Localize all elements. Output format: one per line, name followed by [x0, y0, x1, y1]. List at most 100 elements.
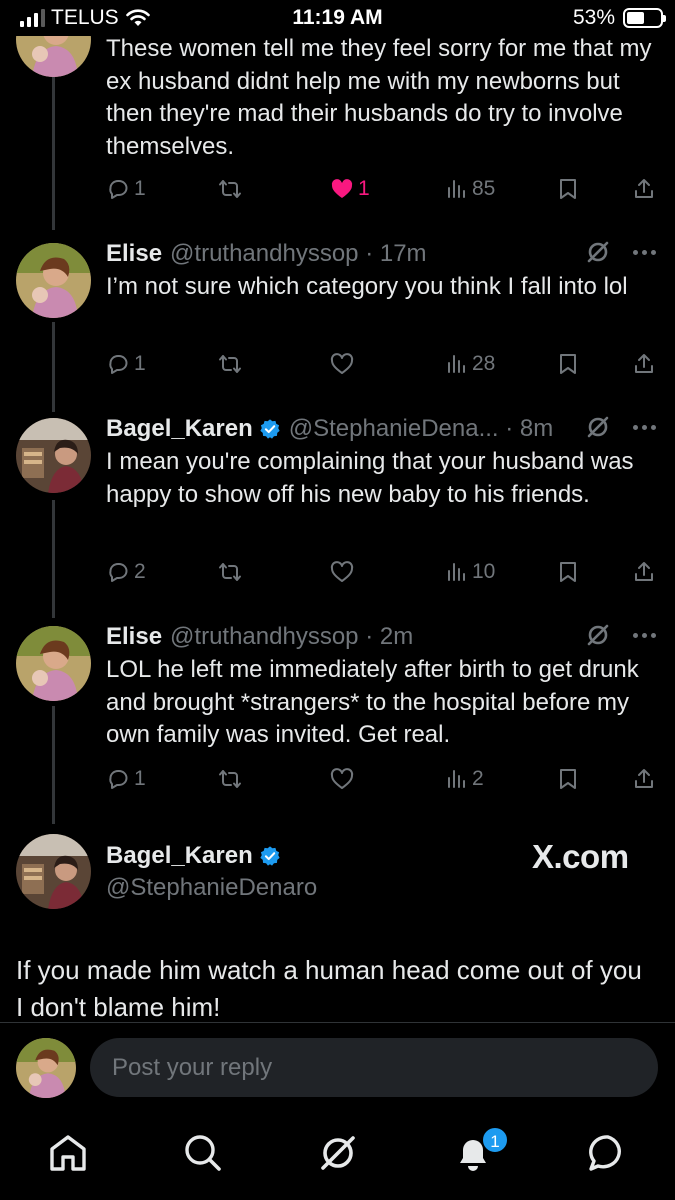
author-name[interactable]: Elise [106, 622, 162, 652]
author-handle[interactable]: @StephanieDena... · 8m [289, 414, 554, 444]
views-icon [448, 770, 465, 788]
notification-badge: 1 [481, 1126, 509, 1154]
reply-icon [109, 770, 128, 789]
thread-line [52, 706, 55, 824]
heart-icon [330, 768, 354, 789]
author-name[interactable]: Bagel_Karen [106, 414, 253, 444]
heart-icon [330, 561, 354, 582]
author-handle[interactable]: @StephanieDenaro [106, 873, 506, 903]
repost-icon [219, 180, 241, 198]
repost-button[interactable] [218, 352, 242, 376]
reply-button[interactable]: 1 [106, 352, 146, 376]
avatar[interactable] [16, 834, 91, 909]
share-button[interactable] [632, 177, 656, 201]
bookmark-icon [560, 179, 576, 199]
like-button[interactable] [330, 767, 354, 791]
tweet[interactable]: Elise @truthandhyssop · 2m LOL he left m… [106, 622, 656, 752]
share-button[interactable] [632, 767, 656, 791]
reply-icon [109, 180, 128, 199]
views-button[interactable]: 10 [444, 560, 495, 584]
avatar[interactable] [16, 243, 91, 318]
tweet[interactable]: These women tell me they feel sorry for … [106, 31, 656, 163]
reply-count: 1 [134, 352, 146, 375]
tweet[interactable]: Elise @truthandhyssop · 17m I’m not sure… [106, 239, 656, 304]
repost-icon [219, 355, 241, 373]
reply-count: 1 [134, 767, 146, 790]
view-count: 10 [472, 560, 496, 583]
share-icon [635, 562, 653, 581]
author-handle[interactable]: @truthandhyssop · 2m [170, 622, 413, 652]
reply-button[interactable]: 1 [106, 767, 146, 791]
author-handle[interactable]: @truthandhyssop · 17m [170, 239, 427, 269]
grok-icon [321, 1136, 355, 1170]
bookmark-button[interactable] [556, 352, 580, 376]
views-button[interactable]: 28 [444, 352, 495, 376]
verified-badge-icon [260, 846, 280, 866]
tab-messages[interactable] [586, 1131, 630, 1175]
views-icon [448, 355, 465, 373]
thread-line [52, 322, 55, 412]
repost-button[interactable] [218, 560, 242, 584]
tab-search[interactable] [181, 1131, 225, 1175]
tweet-header-icons [585, 239, 656, 265]
repost-icon [219, 770, 241, 788]
more-icon[interactable] [633, 249, 656, 255]
view-count: 28 [472, 352, 496, 375]
share-button[interactable] [632, 352, 656, 376]
grok-icon[interactable] [585, 622, 611, 648]
more-icon[interactable] [633, 632, 656, 638]
views-icon [448, 180, 465, 198]
tweet-header: Bagel_Karen [106, 841, 506, 871]
share-button[interactable] [632, 560, 656, 584]
author-name[interactable]: Elise [106, 239, 162, 269]
watermark: X.com [532, 838, 629, 875]
reply-button[interactable]: 1 [106, 177, 146, 201]
tweet-header: Elise @truthandhyssop · 17m [106, 239, 656, 269]
bookmark-icon [560, 354, 576, 374]
my-avatar[interactable] [16, 1038, 76, 1098]
repost-button[interactable] [218, 177, 242, 201]
status-right: 53% [573, 6, 666, 30]
author-name[interactable]: Bagel_Karen [106, 841, 253, 871]
verified-badge-icon [260, 419, 280, 439]
views-button[interactable]: 85 [444, 177, 495, 201]
like-button[interactable] [330, 352, 354, 376]
chat-bubble-icon [589, 1135, 621, 1171]
avatar[interactable] [16, 418, 91, 493]
like-button[interactable]: 1 [330, 177, 370, 201]
avatar[interactable] [16, 626, 91, 701]
bookmark-button[interactable] [556, 560, 580, 584]
repost-icon [219, 563, 241, 581]
reply-count: 1 [134, 177, 146, 200]
tab-home[interactable] [46, 1131, 90, 1175]
bookmark-button[interactable] [556, 177, 580, 201]
view-count: 85 [472, 177, 496, 200]
reply-input[interactable]: Post your reply [90, 1038, 658, 1097]
bottom-tab-bar [0, 1125, 675, 1185]
heart-icon [330, 353, 354, 374]
bookmark-icon [560, 562, 576, 582]
tweet-actions: 2 10 [106, 557, 656, 587]
tweet-text: I mean you're complaining that your husb… [106, 448, 634, 508]
search-icon [185, 1135, 221, 1171]
like-button[interactable] [330, 560, 354, 584]
tweet[interactable]: Bagel_Karen @StephanieDena... · 8m I mea… [106, 414, 656, 511]
view-count: 2 [472, 767, 484, 790]
tweet-text: These women tell me they feel sorry for … [106, 35, 652, 160]
share-icon [635, 769, 653, 788]
battery-icon [623, 8, 666, 28]
tweet-text: LOL he left me immediately after birth t… [106, 656, 639, 748]
thread-line [52, 500, 55, 618]
views-button[interactable]: 2 [444, 767, 484, 791]
repost-button[interactable] [218, 767, 242, 791]
grok-icon[interactable] [585, 239, 611, 265]
home-icon [50, 1135, 86, 1171]
bookmark-icon [560, 769, 576, 789]
bookmark-button[interactable] [556, 767, 580, 791]
grok-icon[interactable] [585, 414, 611, 440]
tab-grok[interactable] [316, 1131, 360, 1175]
more-icon[interactable] [633, 424, 656, 430]
reply-button[interactable]: 2 [106, 560, 146, 584]
tweet-header: Bagel_Karen @StephanieDena... · 8m [106, 414, 656, 444]
main-tweet-author[interactable]: Bagel_Karen @StephanieDenaro [106, 841, 506, 903]
